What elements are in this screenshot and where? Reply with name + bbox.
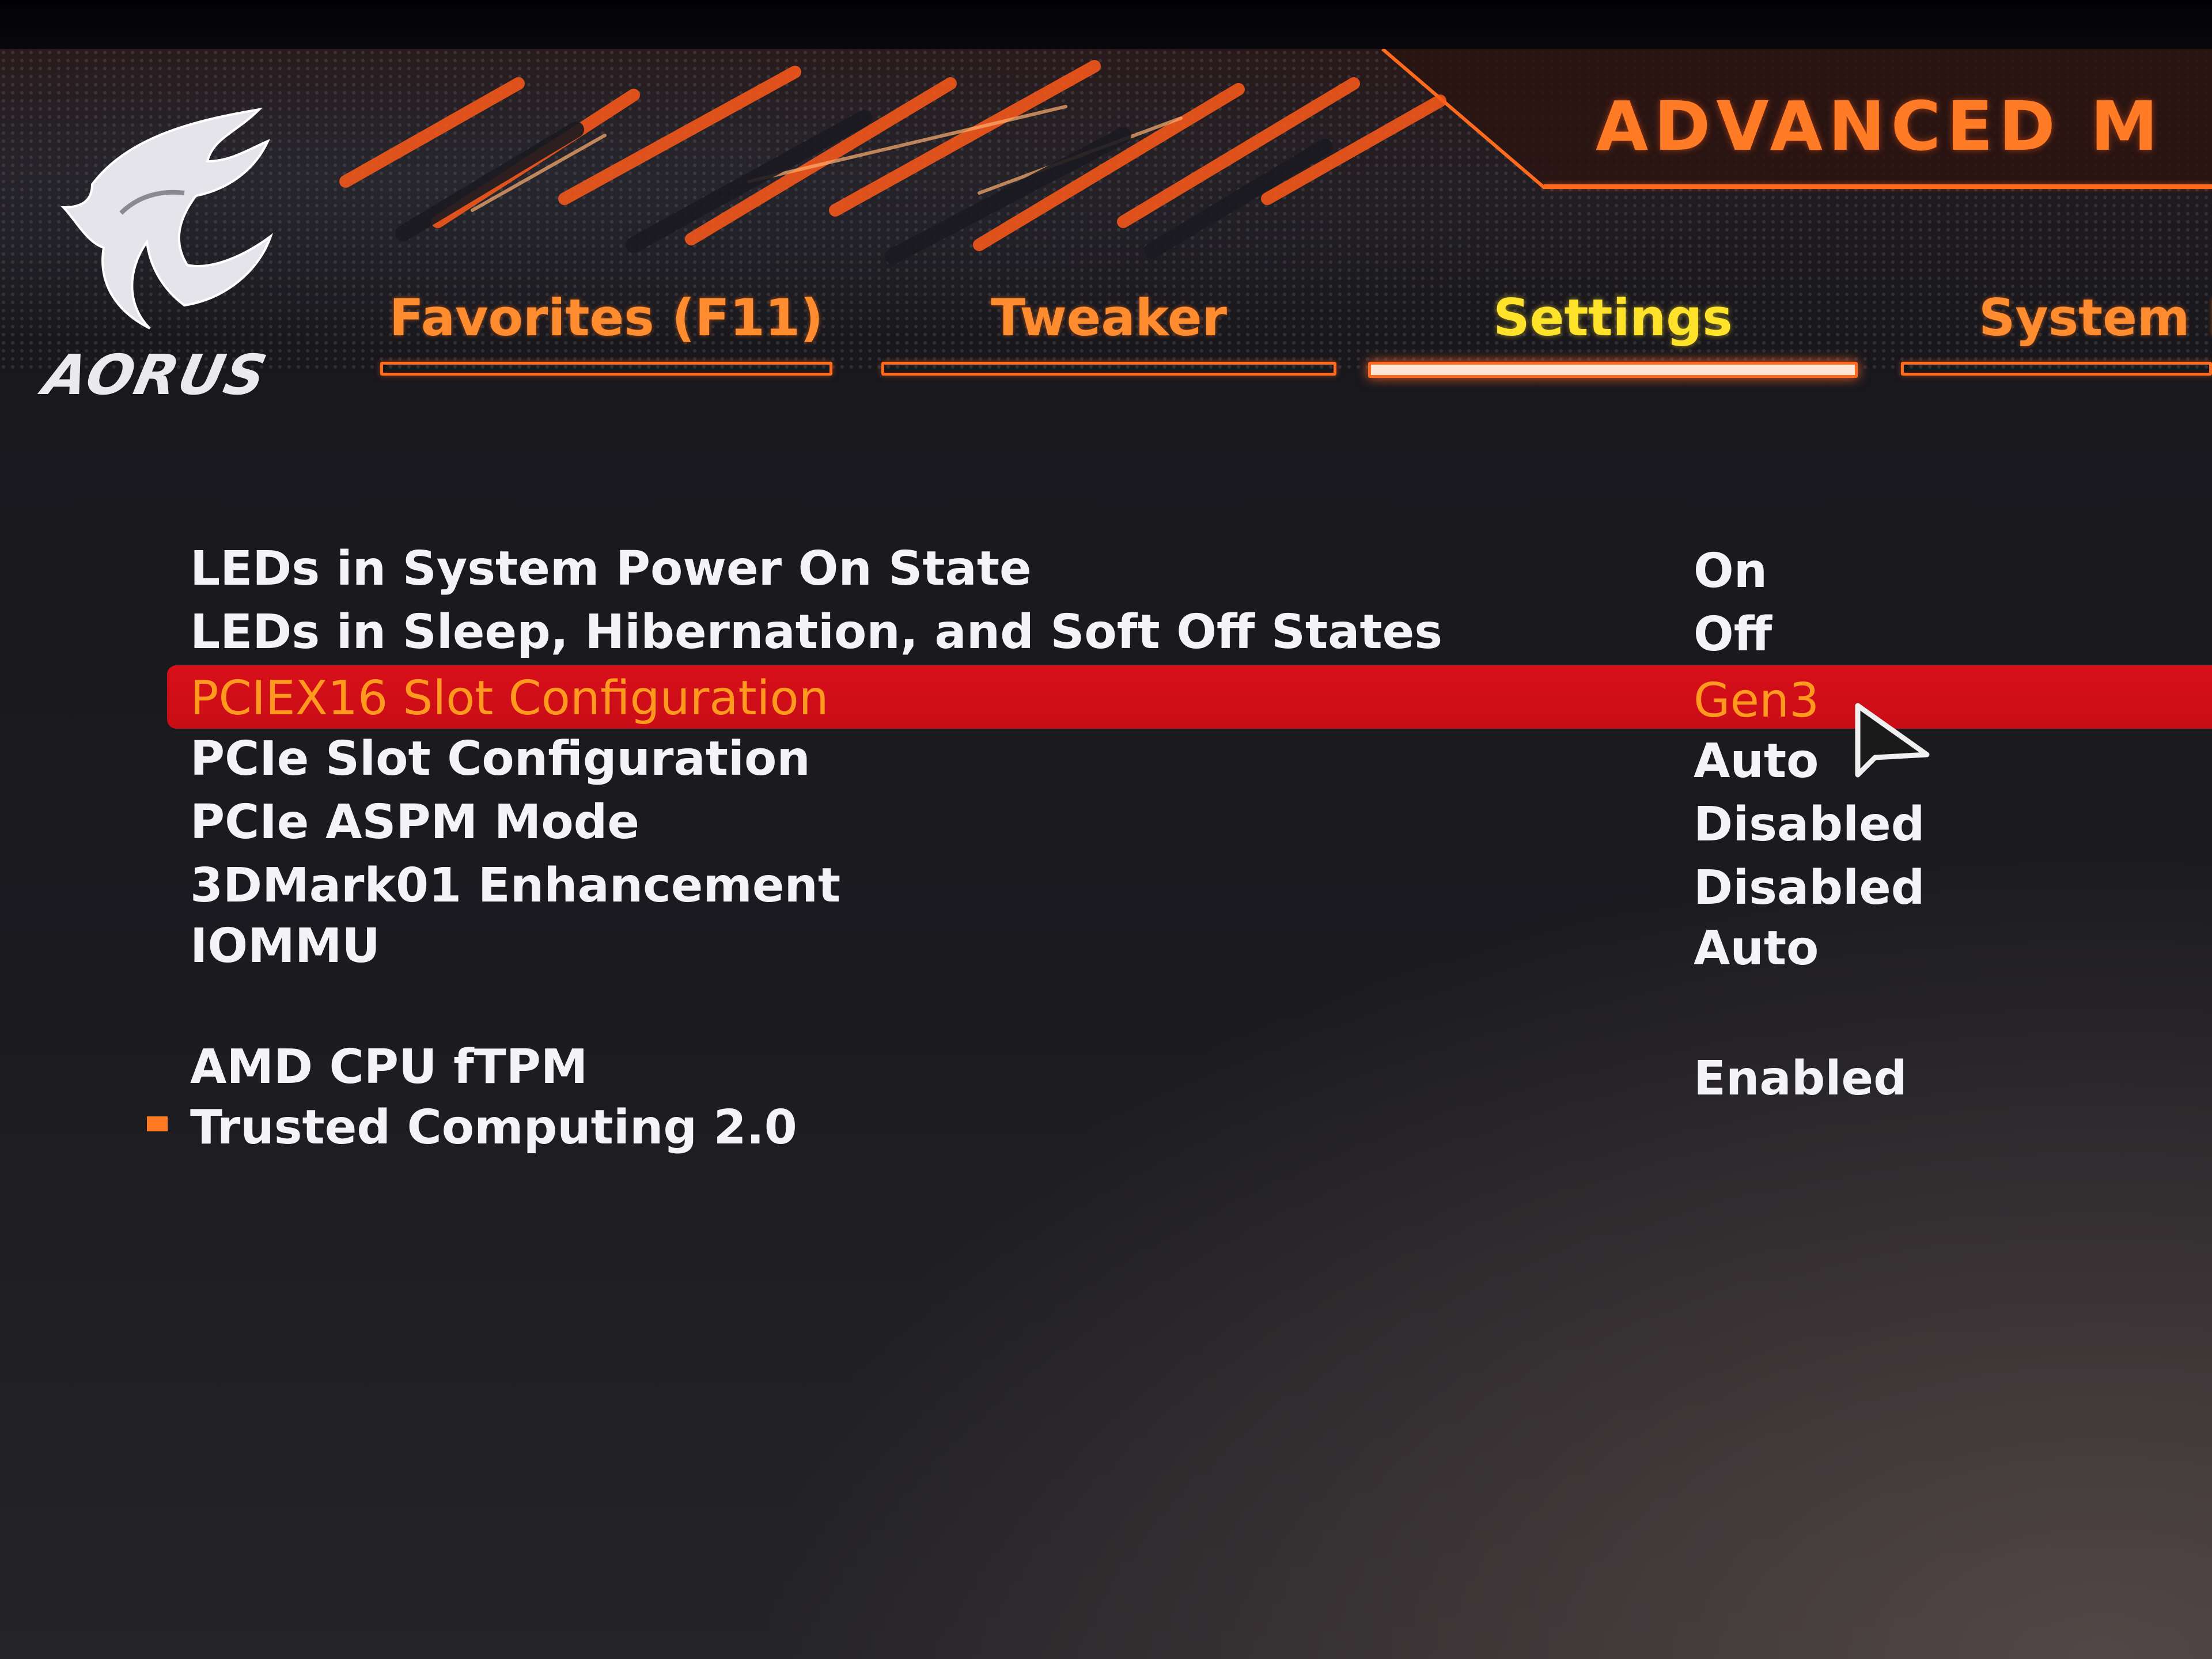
- tab-label: System In: [1979, 288, 2212, 347]
- setting-value[interactable]: Auto: [1694, 734, 1819, 789]
- setting-value[interactable]: Disabled: [1694, 797, 1925, 852]
- setting-label: PCIEX16 Slot Configuration: [190, 671, 829, 726]
- tab-label: Favorites (F11): [389, 288, 824, 347]
- setting-label: 3DMark01 Enhancement: [190, 858, 841, 913]
- setting-row-3dmark01[interactable]: 3DMark01 Enhancement Disabled: [167, 853, 2212, 917]
- section-title: ADVANCED M: [1596, 86, 2164, 166]
- setting-row-amd-cpu-ftpm[interactable]: AMD CPU fTPM Enabled: [167, 1034, 2212, 1106]
- setting-value[interactable]: On: [1694, 544, 1767, 599]
- setting-label: AMD CPU fTPM: [190, 1040, 588, 1094]
- setting-value[interactable]: Auto: [1694, 921, 1819, 976]
- setting-label: PCIe ASPM Mode: [190, 795, 639, 850]
- mouse-pointer-icon: [1852, 700, 1938, 786]
- setting-row-iommu[interactable]: IOMMU Auto: [167, 913, 2212, 978]
- square-bullet-icon: [147, 1116, 168, 1131]
- tab-system-info[interactable]: System In: [1901, 288, 2212, 376]
- setting-label: IOMMU: [190, 919, 381, 974]
- tab-underline-active: [1368, 362, 1858, 378]
- setting-label: PCIe Slot Configuration: [190, 732, 810, 786]
- setting-value[interactable]: Disabled: [1694, 861, 1925, 915]
- tab-underline: [881, 362, 1336, 376]
- tab-tweaker[interactable]: Tweaker: [881, 288, 1336, 376]
- setting-label: LEDs in Sleep, Hibernation, and Soft Off…: [190, 605, 1443, 660]
- setting-row-pcie-aspm[interactable]: PCIe ASPM Mode Disabled: [167, 789, 2212, 854]
- setting-row-leds-sleep[interactable]: LEDs in Sleep, Hibernation, and Soft Off…: [167, 599, 2212, 664]
- setting-label: LEDs in System Power On State: [190, 541, 1032, 596]
- setting-label: Trusted Computing 2.0: [190, 1100, 797, 1155]
- title-divider: [1544, 184, 2212, 188]
- tab-settings[interactable]: Settings: [1368, 288, 1858, 378]
- setting-value[interactable]: Off: [1694, 607, 1772, 662]
- tab-underline: [1901, 362, 2212, 376]
- tab-label: Tweaker: [991, 288, 1227, 347]
- tab-underline: [380, 362, 832, 376]
- setting-value[interactable]: Gen3: [1694, 673, 1819, 728]
- setting-row-leds-power-on[interactable]: LEDs in System Power On State On: [167, 536, 2212, 600]
- logo-text: AORUS: [38, 343, 273, 407]
- tab-favorites[interactable]: Favorites (F11): [380, 288, 832, 376]
- submenu-trusted-computing[interactable]: Trusted Computing 2.0: [167, 1094, 2212, 1159]
- tab-label: Settings: [1493, 288, 1733, 347]
